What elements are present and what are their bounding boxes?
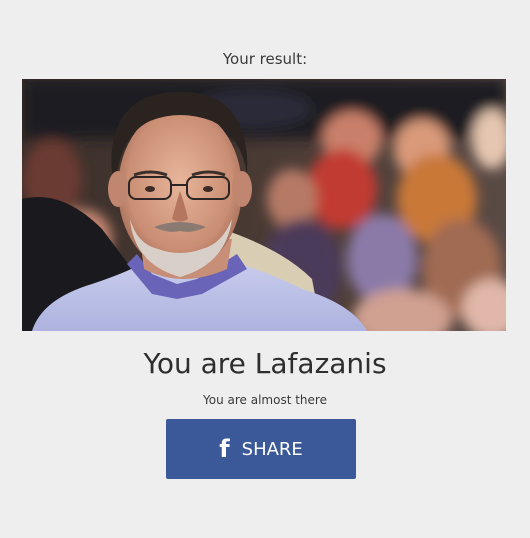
result-subtitle: You are almost there [203, 393, 327, 407]
quiz-result-page: Your result: You are Lafazanis You are a… [0, 0, 530, 538]
result-photo [22, 79, 506, 331]
facebook-icon: f [219, 435, 230, 463]
result-title: You are Lafazanis [143, 347, 387, 380]
share-button-label: SHARE [241, 438, 303, 460]
facebook-share-button[interactable]: f SHARE [166, 419, 356, 479]
result-label: Your result: [222, 50, 308, 68]
